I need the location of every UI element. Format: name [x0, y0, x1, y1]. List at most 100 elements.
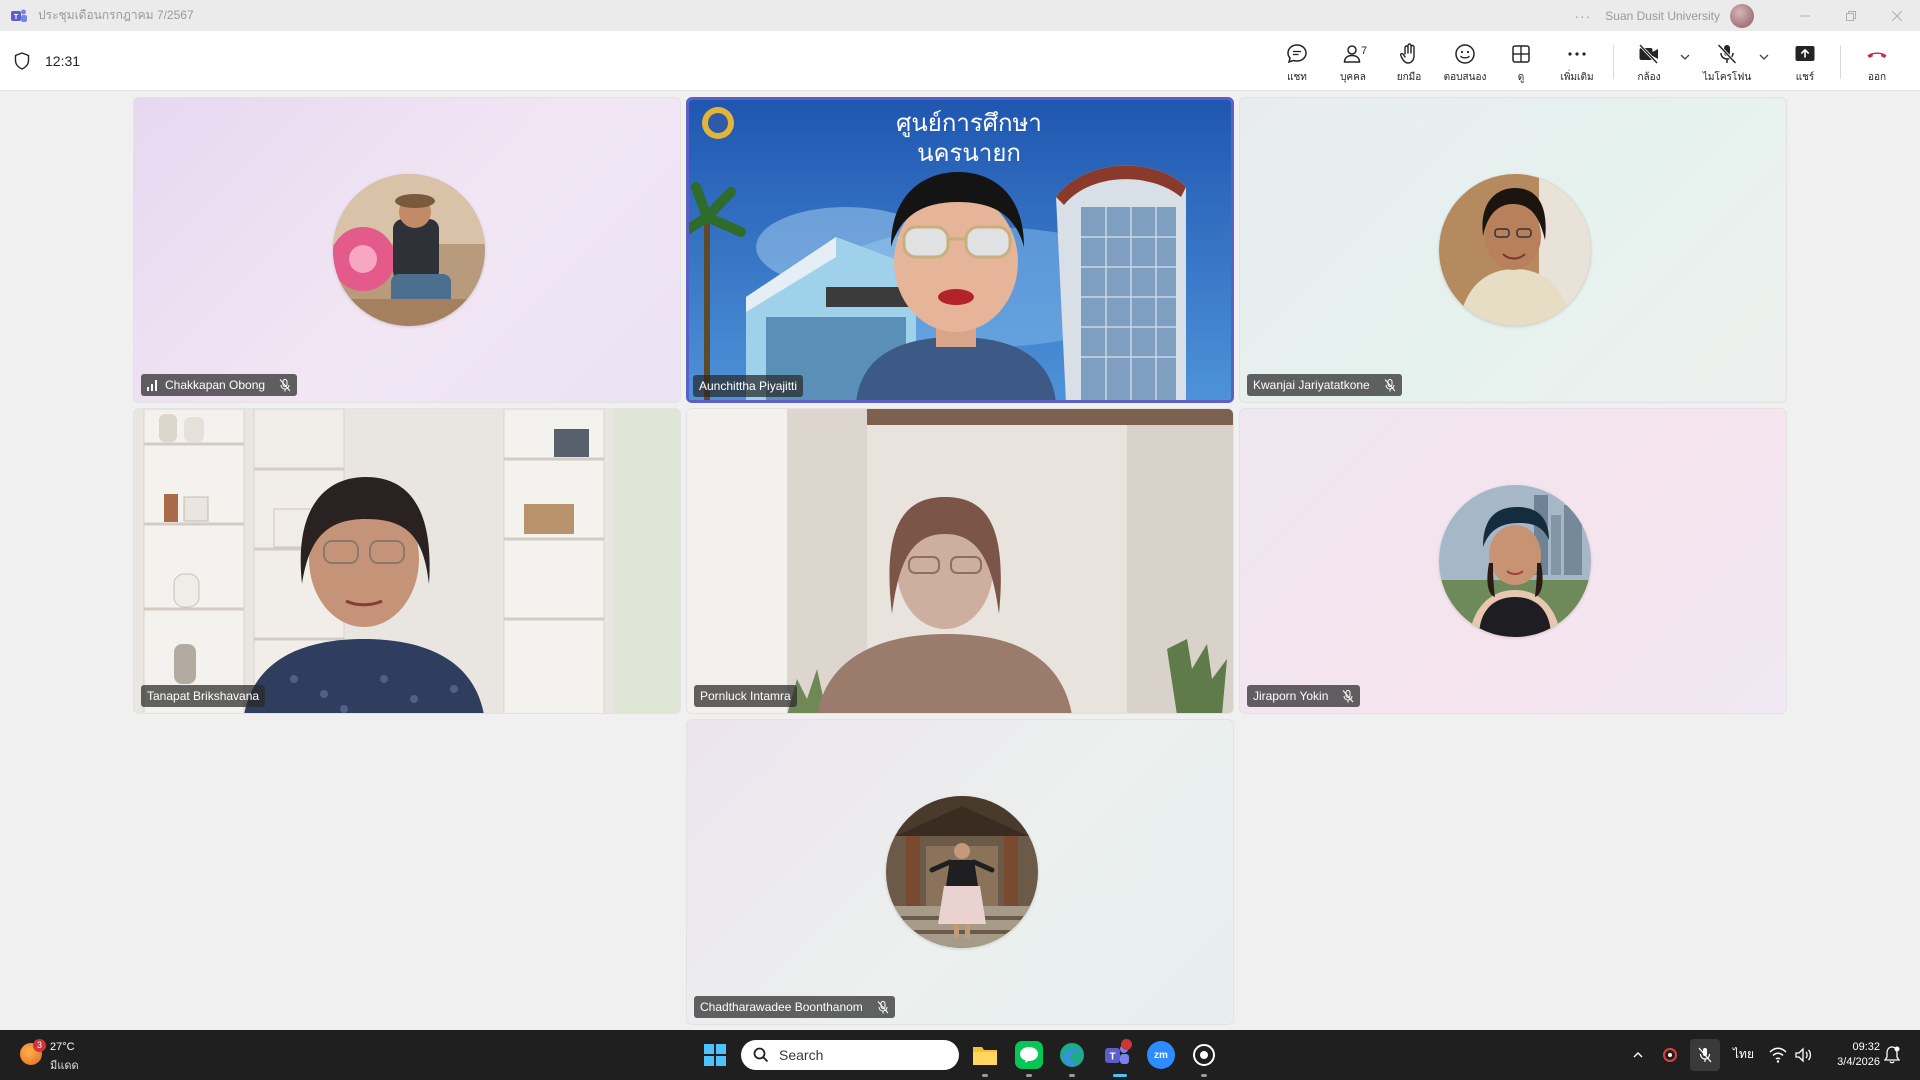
react-button[interactable]: ตอบสนอง — [1436, 37, 1494, 87]
participant-name: Kwanjai Jariyatatkone — [1253, 378, 1370, 392]
notification-badge: 3 — [33, 1039, 46, 1052]
taskbar-search[interactable]: Search — [741, 1040, 959, 1070]
title-bar: T ประชุมเดือนกรกฎาคม 7/2567 ··· Suan Dus… — [0, 0, 1920, 31]
raise-hand-icon — [1399, 43, 1415, 64]
camera-label: กล้อง — [1637, 72, 1661, 83]
chevron-down-icon[interactable] — [1757, 50, 1771, 64]
chat-label: แชท — [1287, 72, 1307, 83]
chat-icon — [1287, 44, 1307, 64]
hang-up-icon — [1867, 52, 1887, 58]
react-label: ตอบสนอง — [1443, 72, 1487, 83]
mic-off-icon — [877, 1000, 889, 1013]
teams-icon: T — [11, 9, 27, 22]
mic-off-icon — [1343, 689, 1354, 702]
wifi-icon[interactable] — [1769, 1047, 1787, 1063]
search-icon — [753, 1047, 769, 1063]
avatar — [886, 796, 1038, 948]
participant-name: Chakkapan Obong — [165, 378, 266, 392]
weather-temperature: 27°C — [50, 1041, 75, 1053]
mic-off-icon — [1384, 378, 1396, 391]
signal-bars-icon — [147, 379, 157, 391]
tray-app-icon[interactable] — [1662, 1047, 1678, 1063]
toolbar-separator — [1613, 45, 1614, 79]
participant-name: Aunchittha Piyajitti — [699, 379, 798, 393]
participant-tile[interactable]: Jiraporn Yokin — [1239, 408, 1787, 714]
participant-video — [687, 409, 1233, 713]
participant-name-tag: Chadtharawadee Boonthanom — [694, 996, 895, 1018]
participant-tile[interactable]: Kwanjai Jariyatatkone — [1239, 97, 1787, 403]
people-count: 7 — [1361, 45, 1368, 57]
share-screen-icon — [1795, 46, 1815, 61]
notification-bell-icon[interactable] — [1884, 1046, 1900, 1064]
weather-condition: มีแดด — [50, 1060, 79, 1072]
svg-text:T: T — [1109, 1052, 1115, 1063]
taskbar-clock[interactable]: 09:32 3/4/2026 — [1837, 1040, 1880, 1070]
leave-label: ออก — [1867, 72, 1887, 83]
minimize-icon[interactable] — [1782, 0, 1828, 31]
leave-button[interactable]: ออก — [1848, 37, 1906, 87]
edge-browser-icon[interactable] — [1058, 1041, 1086, 1069]
avatar — [333, 174, 485, 326]
people-label: บุคคล — [1340, 72, 1366, 83]
svg-text:T: T — [14, 14, 19, 21]
chevron-up-icon[interactable] — [1632, 1049, 1644, 1061]
people-button[interactable]: 7 บุคคล — [1324, 37, 1382, 87]
tray-mic-button[interactable] — [1690, 1039, 1720, 1071]
running-indicator — [982, 1074, 988, 1077]
more-icon — [1568, 52, 1586, 56]
view-label: ดู — [1517, 72, 1525, 83]
input-language[interactable]: ไทย — [1733, 1045, 1754, 1064]
mic-button[interactable]: ไมโครโฟน — [1698, 37, 1756, 87]
participant-name-tag: Kwanjai Jariyatatkone — [1247, 374, 1402, 396]
running-indicator — [1069, 1074, 1075, 1077]
meeting-toolbar: 12:31 แชท 7 บุคคล ยกมือ ตอบสนอง ดู เพิ่ม… — [0, 31, 1920, 91]
participant-tile[interactable]: Tanapat Brikshavana — [133, 408, 681, 714]
participant-tile[interactable]: Chakkapan Obong — [133, 97, 681, 403]
participant-tile[interactable]: Chadtharawadee Boonthanom — [686, 719, 1234, 1025]
ellipsis-icon[interactable]: ··· — [1574, 8, 1591, 24]
share-label: แชร์ — [1795, 72, 1815, 83]
file-explorer-icon[interactable] — [971, 1041, 999, 1069]
zoom-app-icon[interactable]: zm — [1147, 1041, 1175, 1069]
participant-name-tag: Pornluck Intamra — [694, 685, 797, 707]
close-icon[interactable] — [1874, 0, 1920, 31]
participant-name: Pornluck Intamra — [700, 689, 791, 703]
clock-date: 3/4/2026 — [1837, 1056, 1880, 1068]
participant-name-tag: Tanapat Brikshavana — [141, 685, 266, 707]
clock-time: 09:32 — [1852, 1041, 1880, 1053]
line-app-icon[interactable] — [1015, 1041, 1043, 1069]
participant-name-tag: Jiraporn Yokin — [1247, 685, 1361, 707]
chat-button[interactable]: แชท — [1268, 37, 1326, 87]
participant-name-tag: Chakkapan Obong — [141, 374, 298, 396]
participant-video — [134, 409, 680, 713]
mic-off-icon — [1698, 1047, 1712, 1063]
raise-hand-label: ยกมือ — [1396, 72, 1422, 83]
windows-start-icon[interactable] — [704, 1044, 726, 1066]
participant-tile-active-speaker[interactable]: ศูนย์การศึกษา นครนายก Aunchittha Piyajit… — [686, 97, 1234, 403]
more-button[interactable]: เพิ่มเติม — [1548, 37, 1606, 87]
shield-icon — [14, 52, 30, 70]
share-button[interactable]: แชร์ — [1776, 37, 1834, 87]
mic-off-icon — [1717, 43, 1737, 65]
participant-tile[interactable]: Pornluck Intamra — [686, 408, 1234, 714]
volume-icon[interactable] — [1795, 1047, 1813, 1063]
smile-icon — [1455, 44, 1475, 64]
mic-label: ไมโครโฟน — [1702, 72, 1752, 83]
raise-hand-button[interactable]: ยกมือ — [1380, 37, 1438, 87]
window-title: ประชุมเดือนกรกฎาคม 7/2567 — [38, 8, 194, 22]
view-button[interactable]: ดู — [1492, 37, 1550, 87]
chevron-down-icon[interactable] — [1678, 50, 1692, 64]
avatar — [1439, 174, 1591, 326]
participant-name: Chadtharawadee Boonthanom — [700, 1000, 863, 1014]
restore-icon[interactable] — [1828, 0, 1874, 31]
search-placeholder: Search — [779, 1047, 824, 1063]
video-stage: Chakkapan Obong ศูนย์การศึกษา นครนายก Au… — [0, 92, 1920, 1030]
camera-button[interactable]: กล้อง — [1620, 37, 1678, 87]
participant-name: Tanapat Brikshavana — [147, 689, 260, 703]
more-label: เพิ่มเติม — [1560, 72, 1594, 83]
obs-app-icon[interactable] — [1190, 1041, 1218, 1069]
org-name: Suan Dusit University — [1605, 8, 1720, 23]
windows-taskbar: 3 27°C มีแดด Search T zm ไทย 09:32 3/4/2… — [0, 1030, 1920, 1080]
account-avatar[interactable] — [1730, 3, 1754, 28]
avatar — [1439, 485, 1591, 637]
